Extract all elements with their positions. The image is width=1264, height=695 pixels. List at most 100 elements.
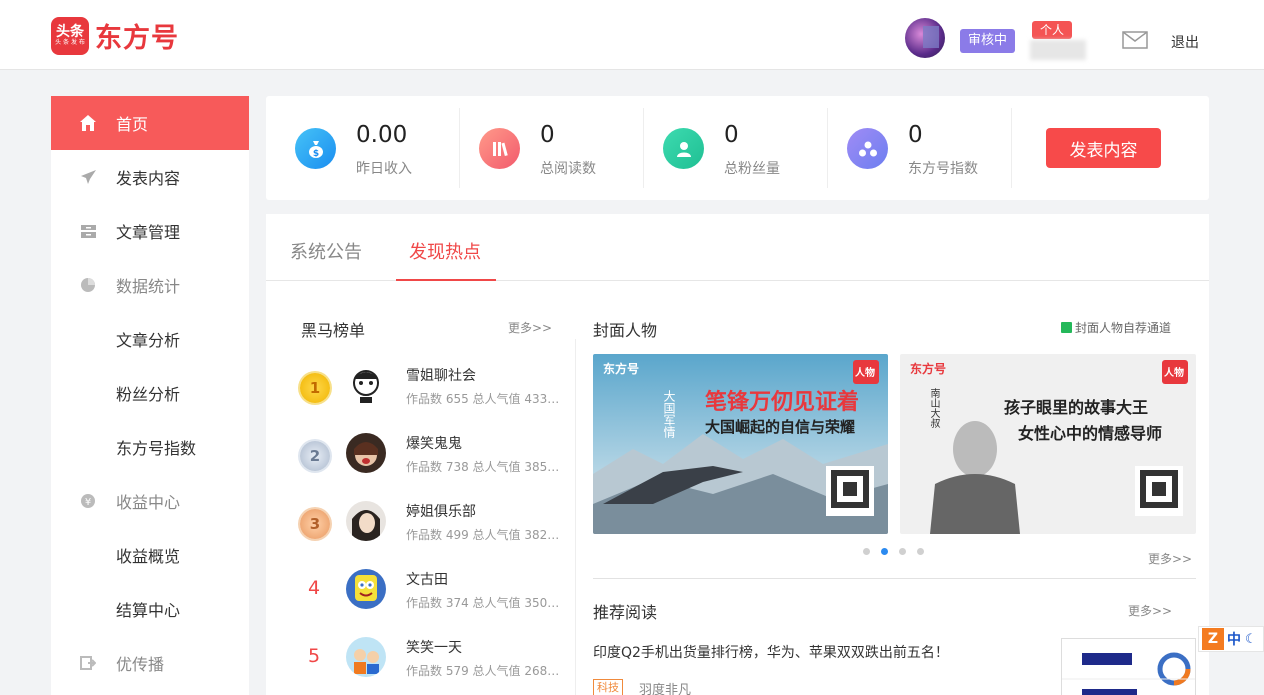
sidebar-item-label: 东方号指数 — [116, 439, 197, 458]
cover-banner-2[interactable]: 东方号 人物 南山大叔 孩子眼里的故事大王 女性心中的情感导师 — [900, 354, 1196, 534]
drawer-icon — [79, 222, 97, 240]
cover-people-title: 封面人物 — [593, 321, 658, 340]
sidebar-item-label: 文章管理 — [116, 223, 181, 242]
sidebar-item-publish[interactable]: 发表内容 — [51, 150, 249, 204]
rank-number: 2 — [309, 447, 321, 465]
logo[interactable]: 头条 头 条 发 布 东方号 — [51, 16, 179, 55]
sidebar: 首页 发表内容 文章管理 数据统计 文章分析 粉丝分析 东方号指数 ¥ 收益中心… — [51, 96, 249, 695]
stat-label: 东方号指数 — [908, 161, 978, 177]
ranking-title: 黑马榜单 — [301, 321, 366, 340]
recommend-article-title[interactable]: 印度Q2手机出货量排行榜，华为、苹果双双跌出前五名！ — [593, 642, 949, 662]
rank-number: 1 — [309, 379, 321, 397]
rank-meta: 作品数 374 总人气值 3506... — [406, 596, 564, 610]
stat-label: 总阅读数 — [540, 161, 596, 177]
toutiao-logo-badge: 头条 头 条 发 布 — [51, 16, 89, 55]
active-tab-underline — [396, 279, 496, 281]
banner-brand: 东方号 — [910, 362, 947, 376]
article-author[interactable]: 羽度非凡 — [639, 679, 691, 695]
sidebar-item-revenue-overview[interactable]: 收益概览 — [51, 528, 249, 582]
sidebar-item-label: 结算中心 — [116, 601, 181, 620]
rank-number: 4 — [308, 577, 321, 599]
sidebar-item-home[interactable]: 首页 — [51, 96, 249, 150]
green-square-icon — [1061, 322, 1072, 333]
rank-number: 5 — [308, 645, 321, 667]
sidebar-item-promotion[interactable]: 优传播 — [51, 636, 249, 690]
rank-name: 雪姐聊社会 — [406, 368, 476, 384]
banner-vertical: 南山大叔 — [928, 388, 939, 428]
section-divider — [593, 578, 1196, 579]
books-icon — [479, 128, 520, 169]
sidebar-item-data-stats[interactable]: 数据统计 — [51, 258, 249, 312]
avatar — [346, 501, 386, 541]
sidebar-item-label: 优传播 — [116, 655, 165, 674]
sidebar-item-dongfang-index[interactable]: 东方号指数 — [51, 420, 249, 474]
publish-content-button[interactable]: 发表内容 — [1046, 128, 1161, 168]
banner-headline: 孩子眼里的故事大王 — [1004, 398, 1149, 417]
sidebar-item-article-analysis[interactable]: 文章分析 — [51, 312, 249, 366]
banner-subline: 女性心中的情感导师 — [1018, 424, 1163, 443]
avatar — [346, 365, 386, 405]
mail-icon[interactable] — [1122, 31, 1148, 49]
stat-label: 总粉丝量 — [724, 161, 780, 177]
account-type-badge: 个人 — [1032, 21, 1073, 39]
stat-value: 0 — [908, 122, 923, 148]
bronze-medal-icon: 3 — [300, 509, 330, 539]
stat-yesterday-income: $ 0.00 昨日收入 — [295, 108, 455, 188]
stat-divider — [1011, 108, 1012, 188]
logo-text: 东方号 — [95, 23, 179, 54]
stat-divider — [827, 108, 828, 188]
sidebar-item-label: 文章分析 — [116, 331, 181, 350]
sidebar-item-label: 数据统计 — [116, 277, 181, 296]
rank-name: 文古田 — [406, 572, 448, 588]
sidebar-item-label: 发表内容 — [116, 169, 181, 188]
list-item[interactable]: 4 文古田 作品数 374 总人气值 3506... — [296, 561, 566, 629]
tab-discover-hotspots[interactable]: 发现热点 — [409, 238, 481, 264]
article-thumbnail[interactable] — [1061, 638, 1196, 695]
sidebar-item-article-management[interactable]: 文章管理 — [51, 204, 249, 258]
banner-vertical: 大国军情 — [662, 390, 676, 438]
banner-brand: 东方号 — [603, 362, 640, 376]
cover-self-recommend-label: 封面人物自荐通道 — [1075, 321, 1172, 335]
share-icon — [79, 654, 97, 672]
list-item[interactable]: 1 雪姐聊社会 作品数 655 总人气值 4337... — [296, 357, 566, 425]
list-item[interactable]: 5 笑笑一天 作品数 579 总人气值 2689... — [296, 629, 566, 695]
logo-badge-subtext: 头 条 发 布 — [55, 38, 85, 46]
rank-name: 笑笑一天 — [406, 640, 462, 656]
sidebar-item-fan-analysis[interactable]: 粉丝分析 — [51, 366, 249, 420]
carousel-dot-2[interactable] — [881, 548, 888, 555]
banner-corner: 人物 — [855, 368, 875, 379]
tab-system-announcement[interactable]: 系统公告 — [290, 238, 362, 264]
review-status-badge: 审核中 — [960, 29, 1016, 53]
ime-language-toggle[interactable]: 中 — [1227, 629, 1241, 649]
sidebar-item-label: 首页 — [116, 115, 149, 134]
stat-label: 昨日收入 — [356, 161, 412, 177]
moon-icon[interactable]: ☾ — [1245, 632, 1257, 647]
ranking-more-link[interactable]: 更多>> — [508, 319, 552, 336]
list-item[interactable]: 2 爆笑鬼鬼 作品数 738 总人气值 3858... — [296, 425, 566, 493]
sidebar-item-label: 收益中心 — [116, 493, 181, 512]
carousel-dot-4[interactable] — [917, 548, 924, 555]
user-avatar[interactable] — [905, 18, 945, 58]
carousel-dot-1[interactable] — [863, 548, 870, 555]
sidebar-item-settlement-center[interactable]: 结算中心 — [51, 582, 249, 636]
carousel-dot-3[interactable] — [899, 548, 906, 555]
recommend-more-link[interactable]: 更多>> — [1128, 602, 1172, 619]
rank-number: 3 — [309, 515, 321, 533]
paper-plane-icon — [79, 168, 97, 186]
list-item[interactable]: 3 婷姐俱乐部 作品数 499 总人气值 3826... — [296, 493, 566, 561]
pie-chart-icon — [79, 276, 97, 294]
rank-meta: 作品数 579 总人气值 2689... — [406, 664, 564, 678]
stat-value: 0.00 — [356, 122, 408, 148]
category-tag: 科技 — [593, 679, 623, 695]
ime-toolbar[interactable]: Z 中 ☾ — [1198, 626, 1264, 652]
logout-link[interactable]: 退出 — [1171, 32, 1199, 52]
sidebar-item-revenue-center[interactable]: ¥ 收益中心 — [51, 474, 249, 528]
svg-text:¥: ¥ — [85, 497, 91, 508]
gold-medal-icon: 1 — [300, 373, 330, 403]
avatar — [346, 569, 386, 609]
user-icon — [663, 128, 704, 169]
cover-self-recommend-link[interactable]: 封面人物自荐通道 — [1061, 319, 1171, 336]
cover-more-link[interactable]: 更多>> — [1148, 550, 1192, 567]
cover-banner-1[interactable]: 东方号 人物 大国军情 笔锋万仞见证着 大国崛起的自信与荣耀 — [593, 354, 888, 534]
main-panel: 系统公告 发现热点 黑马榜单 更多>> 1 雪姐聊社会 作品数 655 总人气值… — [266, 214, 1209, 695]
